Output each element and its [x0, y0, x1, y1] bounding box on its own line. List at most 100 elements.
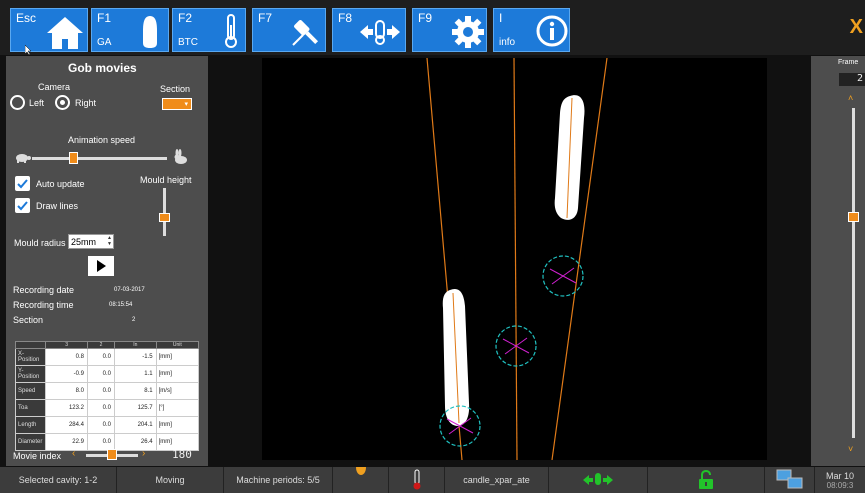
f8-move-button[interactable]: F8: [332, 8, 406, 52]
gob-movies-panel: Gob movies Camera Left Right Section ▾ A…: [6, 56, 208, 466]
unit-cell: [mm]: [155, 416, 200, 434]
animation-speed-slider[interactable]: [68, 152, 78, 164]
auto-update-checkbox[interactable]: [15, 176, 30, 191]
machine-periods-status: Machine periods: 5/5: [224, 467, 333, 493]
move-status-cell: [549, 467, 648, 493]
network-icon: [776, 469, 802, 489]
frame-slider[interactable]: [848, 211, 859, 222]
row-label: Speed: [14, 382, 47, 400]
section-label: Section: [160, 84, 191, 94]
temperature-status-cell: [389, 467, 445, 493]
table-row: Speed 8.0 0.0 8.1 [m/s]: [14, 382, 200, 400]
table-cell: 1.1: [113, 365, 157, 383]
section-row-label: Section: [13, 315, 44, 325]
gob-status-cell: [333, 467, 389, 493]
section-selector[interactable]: ▾: [162, 98, 192, 110]
close-icon[interactable]: X: [850, 16, 863, 39]
gob-movie-canvas: [426, 57, 608, 461]
info-icon: [536, 15, 568, 47]
moving-status: Moving: [117, 467, 224, 493]
recording-time-value: 08:15:54: [109, 302, 133, 308]
frame-up-icon[interactable]: ˄: [848, 93, 853, 103]
gob-icon: [143, 16, 157, 48]
info-button[interactable]: I info: [493, 8, 570, 52]
table-cell: -1.5: [113, 348, 157, 366]
f7-swab-button[interactable]: F7: [252, 8, 326, 52]
frame-label: Frame: [838, 59, 859, 66]
swab-file-status: candle_xpar_ate: [445, 467, 549, 493]
camera-right-radio[interactable]: [55, 95, 70, 110]
table-header-row: 3 2 In Unit: [14, 341, 200, 349]
table-cell: 0.0: [86, 416, 115, 434]
rabbit-icon: [174, 149, 187, 164]
f2-btc-button[interactable]: F2 BTC: [172, 8, 246, 52]
row-label: X-Position: [14, 348, 47, 366]
draw-lines-label: Draw lines: [36, 201, 79, 211]
camera-right-label: Right: [75, 98, 97, 108]
frame-panel: Frame 2 ˄ ˅: [811, 56, 865, 466]
table-cell: 8.1: [113, 382, 157, 400]
gob-movie-viewer[interactable]: [262, 57, 767, 461]
table-header-cell: 2: [86, 341, 115, 349]
auto-update-label: Auto update: [36, 179, 85, 189]
table-cell: 26.4: [113, 433, 157, 451]
movie-index-next-icon[interactable]: ›: [142, 448, 145, 459]
gear-icon: [452, 16, 484, 48]
recording-time-label: Recording time: [13, 300, 74, 310]
dropdown-arrow-icon: ▾: [184, 101, 188, 108]
table-cell: 0.0: [86, 365, 115, 383]
camera-left-radio[interactable]: [10, 95, 25, 110]
checkmark-icon: [17, 201, 28, 211]
table-cell: -0.9: [45, 365, 88, 383]
table-row: Toa 123.2 0.0 125.7 [°]: [14, 399, 200, 417]
f9-key-label: F9: [418, 11, 433, 25]
network-status-cell: [765, 467, 815, 493]
status-time: 08:09:3: [826, 480, 854, 490]
status-bar: Selected cavity: 1-2 Moving Machine peri…: [0, 467, 865, 493]
mould-height-slider[interactable]: [159, 212, 170, 222]
table-row: X-Position 0.8 0.0 -1.5 [mm]: [14, 348, 200, 366]
frame-down-icon[interactable]: ˅: [848, 444, 853, 454]
f2-key-label: F2: [178, 11, 193, 25]
f9-settings-button[interactable]: F9: [412, 8, 487, 52]
movie-index-slider[interactable]: [107, 449, 117, 460]
row-label: Diameter: [14, 433, 47, 451]
row-label: Y-Position: [14, 365, 47, 383]
f8-key-label: F8: [338, 11, 353, 25]
table-cell: 125.7: [113, 399, 157, 417]
esc-home-button[interactable]: Esc: [10, 8, 88, 55]
draw-lines-checkbox[interactable]: [15, 198, 30, 213]
info-sub-label: info: [499, 37, 516, 48]
table-row: Y-Position -0.9 0.0 1.1 [mm]: [14, 365, 200, 383]
camera-left-label: Left: [29, 98, 45, 108]
function-toolbar: Esc F1 GA F2 BTC F7 F8 F9 I info X: [0, 0, 865, 55]
camera-label: Camera: [38, 82, 71, 92]
row-label: Toa: [14, 399, 47, 417]
f1-key-label: F1: [97, 11, 112, 25]
frame-track: [852, 108, 855, 438]
movie-index-value: 180: [172, 448, 192, 461]
table-cell: 0.0: [86, 348, 115, 366]
panel-title: Gob movies: [68, 61, 137, 75]
table-header-cell: [14, 341, 47, 349]
f7-key-label: F7: [258, 11, 273, 25]
movie-index-prev-icon[interactable]: ‹: [72, 448, 75, 459]
swab-icon: [292, 20, 319, 46]
play-icon: [97, 260, 106, 272]
play-button[interactable]: [88, 256, 114, 276]
spinner-arrows-icon[interactable]: ▲ ▼: [107, 235, 112, 247]
lock-status-cell[interactable]: [648, 467, 765, 493]
mould-height-label: Mould height: [140, 175, 192, 185]
table-cell: 123.2: [45, 399, 88, 417]
table-row: Length 284.4 0.0 204.1 [mm]: [14, 416, 200, 434]
thermometer-icon: [225, 14, 237, 48]
unit-cell: [mm]: [155, 348, 200, 366]
move-icon: [583, 473, 613, 485]
home-icon: [47, 17, 83, 49]
table-cell: 22.9: [45, 433, 88, 451]
table-header-cell: Unit: [155, 341, 200, 349]
movie-index-label: Movie index: [13, 451, 62, 461]
table-cell: 0.0: [86, 382, 115, 400]
f1-ga-button[interactable]: F1 GA: [91, 8, 169, 52]
mould-radius-spinner[interactable]: 25mm ▲ ▼: [68, 234, 114, 249]
